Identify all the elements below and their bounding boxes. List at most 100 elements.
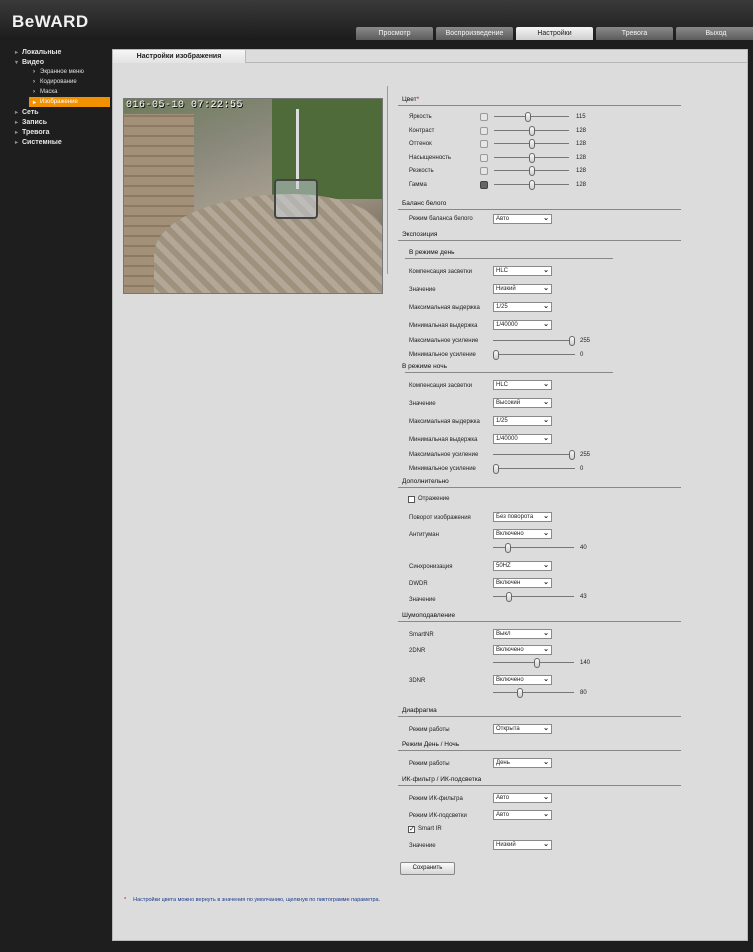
dwdr-slider[interactable] xyxy=(493,592,574,602)
min-gain-slider[interactable] xyxy=(493,350,575,360)
chevron-down-icon: ⌄ xyxy=(543,303,549,310)
defog-slider[interactable] xyxy=(493,543,574,553)
level-label: Значение xyxy=(409,401,436,407)
max-shutter-select[interactable]: 1/25 ⌄ xyxy=(493,302,552,312)
max-shutter-label: Максимальная выдержка xyxy=(409,305,480,311)
color-param-label: Яркость xyxy=(409,114,432,120)
tab-view[interactable]: Просмотр xyxy=(356,27,433,40)
sidebar-item-encoding[interactable]: › Кодирование xyxy=(0,77,112,87)
daynight-mode-label: Режим работы xyxy=(409,761,450,767)
sidebar-item-network[interactable]: ▸ Сеть xyxy=(0,107,112,117)
color-param-label: Оттенок xyxy=(409,141,432,147)
sidebar-item-local[interactable]: ▸ Локальные xyxy=(0,47,112,57)
min-gain-value: 0 xyxy=(580,466,584,472)
sidebar-item-osd[interactable]: › Экранное меню xyxy=(0,67,112,77)
ir-level-label: Значение xyxy=(409,843,436,849)
sidebar-item-video[interactable]: ▾ Видео xyxy=(0,57,112,67)
slider-thumb[interactable] xyxy=(529,125,535,136)
color-slider[interactable] xyxy=(494,112,569,122)
slider-thumb[interactable] xyxy=(517,688,523,698)
min-gain-slider[interactable] xyxy=(493,464,575,474)
chevron-down-icon: ⌄ xyxy=(543,513,549,520)
tab-settings[interactable]: Настройки xyxy=(516,27,593,40)
max-gain-slider[interactable] xyxy=(493,450,575,460)
dwdr-select[interactable]: Включен ⌄ xyxy=(493,578,552,588)
slider-thumb[interactable] xyxy=(506,592,512,602)
ir-led-select[interactable]: Авто ⌄ xyxy=(493,810,552,820)
wb-mode-select[interactable]: Авто ⌄ xyxy=(493,214,552,224)
3dnr-value: 80 xyxy=(580,690,587,696)
sync-select[interactable]: 50HZ ⌄ xyxy=(493,561,552,571)
tab-playback[interactable]: Воспроизведение xyxy=(436,27,513,40)
color-param-value: 115 xyxy=(576,114,586,120)
slider-thumb[interactable] xyxy=(493,350,499,360)
min-shutter-select[interactable]: 1/40000 ⌄ xyxy=(493,434,552,444)
slider-thumb[interactable] xyxy=(493,464,499,474)
select-value: 50HZ xyxy=(496,563,511,569)
image-settings-tab[interactable]: Настройки изображения xyxy=(112,49,246,63)
contrast-icon[interactable] xyxy=(480,126,488,135)
save-button[interactable]: Сохранить xyxy=(400,862,455,875)
slider-thumb[interactable] xyxy=(525,112,531,122)
slider-thumb[interactable] xyxy=(569,336,575,346)
max-shutter-label: Максимальная выдержка xyxy=(409,419,480,425)
slider-thumb[interactable] xyxy=(529,139,535,149)
slider-thumb[interactable] xyxy=(505,543,511,553)
sun-icon[interactable] xyxy=(480,113,488,121)
color-slider[interactable] xyxy=(494,179,569,190)
mirror-checkbox[interactable] xyxy=(408,496,415,503)
slider-thumb[interactable] xyxy=(529,152,535,163)
sidebar-item-label: Экранное меню xyxy=(40,69,84,75)
section-iris: Диафрагма xyxy=(402,707,437,714)
color-slider[interactable] xyxy=(494,139,569,149)
2dnr-select[interactable]: Включено ⌄ xyxy=(493,645,552,655)
max-shutter-select[interactable]: 1/25 ⌄ xyxy=(493,416,552,426)
color-slider[interactable] xyxy=(494,152,569,163)
slider-thumb[interactable] xyxy=(534,658,540,668)
tab-alarm[interactable]: Тревога xyxy=(596,27,673,40)
saturation-icon[interactable] xyxy=(480,153,488,162)
min-shutter-select[interactable]: 1/40000 ⌄ xyxy=(493,320,552,330)
sidebar-item-system[interactable]: ▸ Системные xyxy=(0,137,112,147)
chevron-right-icon: › xyxy=(33,69,35,75)
camera-preview[interactable]: 016-05-10 07:22:55 xyxy=(123,98,383,294)
slider-thumb[interactable] xyxy=(529,179,535,190)
ir-level-select[interactable]: Низкий ⌄ xyxy=(493,840,552,850)
level-select[interactable]: Низкий ⌄ xyxy=(493,284,552,294)
color-slider[interactable] xyxy=(494,166,569,176)
sidebar-item-record[interactable]: ▸ Запись xyxy=(0,117,112,127)
3dnr-slider[interactable] xyxy=(493,688,574,698)
top-bar: BeWARD Просмотр Воспроизведение Настройк… xyxy=(0,0,753,40)
max-gain-slider[interactable] xyxy=(493,336,575,346)
select-value: Низкий xyxy=(496,286,516,292)
2dnr-slider[interactable] xyxy=(493,658,574,668)
color-slider[interactable] xyxy=(494,125,569,136)
compensation-select[interactable]: HLC ⌄ xyxy=(493,380,552,390)
section-ir: ИК-фильтр / ИК-подсветка xyxy=(402,776,482,783)
sidebar-item-alarm[interactable]: ▸ Тревога xyxy=(0,127,112,137)
sidebar-item-image[interactable]: ▸ Изображение xyxy=(29,97,110,107)
smartnr-select[interactable]: Выкл ⌄ xyxy=(493,629,552,639)
iris-mode-select[interactable]: Открыта ⌄ xyxy=(493,724,552,734)
sync-label: Синхронизация xyxy=(409,564,453,570)
tab-logout[interactable]: Выход xyxy=(676,27,753,40)
slider-thumb[interactable] xyxy=(569,450,575,460)
sharpness-icon[interactable] xyxy=(480,167,488,175)
gamma-icon[interactable] xyxy=(480,180,488,189)
level-select[interactable]: Высокий ⌄ xyxy=(493,398,552,408)
ir-filter-select[interactable]: Авто ⌄ xyxy=(493,793,552,803)
sidebar-item-mask[interactable]: › Маска xyxy=(0,87,112,97)
select-value: 1/25 xyxy=(496,418,508,424)
hue-icon[interactable] xyxy=(480,140,488,148)
3dnr-select[interactable]: Включено ⌄ xyxy=(493,675,552,685)
triangle-right-icon: ▸ xyxy=(15,49,19,56)
defog-select[interactable]: Включено ⌄ xyxy=(493,529,552,539)
slider-thumb[interactable] xyxy=(529,166,535,176)
daynight-mode-select[interactable]: День ⌄ xyxy=(493,758,552,768)
rotate-select[interactable]: Без поворота ⌄ xyxy=(493,512,552,522)
section-color: Цвет* xyxy=(402,96,419,103)
dwdr-label: DWDR xyxy=(409,581,428,587)
compensation-select[interactable]: HLC ⌄ xyxy=(493,266,552,276)
triangle-right-icon: ▸ xyxy=(15,109,19,116)
smart-ir-checkbox[interactable]: ✓ xyxy=(408,826,415,833)
